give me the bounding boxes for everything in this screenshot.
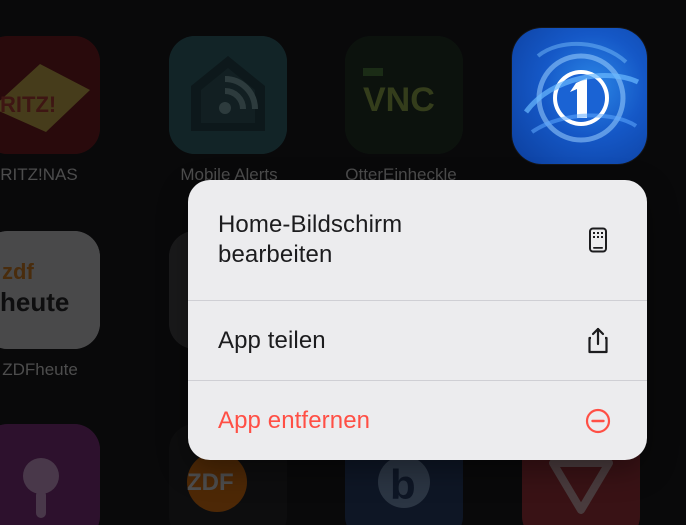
share-icon xyxy=(588,327,608,353)
tagesschau-icon xyxy=(523,41,640,143)
context-menu: Home-Bildschirm bearbeiten App teilen Ap… xyxy=(188,180,647,460)
menu-item-edit-home-screen-label: Home-Bildschirm bearbeiten xyxy=(218,211,403,268)
menu-item-remove-app-label: App entfernen xyxy=(218,406,371,434)
home-screen-edit-icon xyxy=(589,227,607,253)
featured-app[interactable] xyxy=(512,28,647,164)
menu-item-remove-app[interactable]: App entfernen xyxy=(188,381,647,460)
home-screen: RITZ! RITZ!NAS Mobile Alerts VNC OtterEi… xyxy=(0,0,686,525)
menu-item-edit-home-screen[interactable]: Home-Bildschirm bearbeiten xyxy=(188,180,647,300)
menu-item-share-app[interactable]: App teilen xyxy=(188,301,647,380)
remove-icon xyxy=(585,408,611,433)
menu-item-share-app-label: App teilen xyxy=(218,326,326,354)
